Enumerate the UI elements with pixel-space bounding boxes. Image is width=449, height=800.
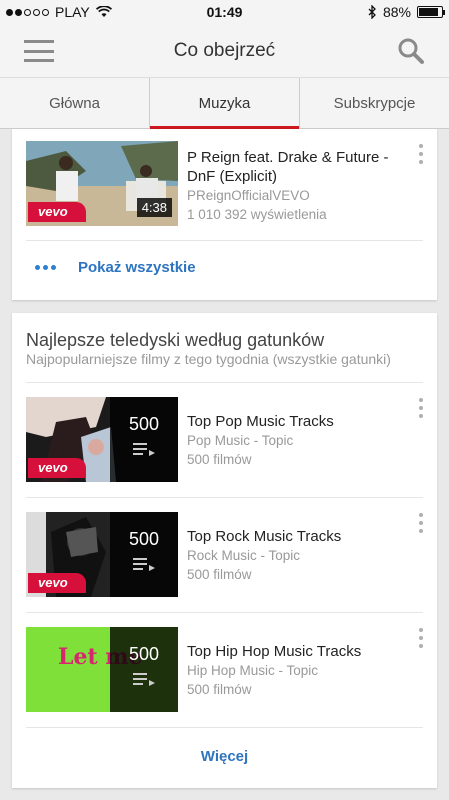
tab-glowna[interactable]: Główna: [0, 78, 149, 128]
playlist-video-count: 500 filmów: [187, 682, 252, 697]
bluetooth-icon: [368, 5, 376, 19]
video-row[interactable]: vevo 4:38 P Reign feat. Drake & Future -…: [12, 129, 437, 244]
battery-percent: 88%: [382, 4, 411, 20]
search-icon[interactable]: [397, 37, 425, 65]
video-thumbnail[interactable]: vevo 4:38: [26, 141, 178, 226]
playlist-channel: Hip Hop Music - Topic: [187, 663, 319, 678]
playlist-icon: [133, 673, 155, 686]
playlist-thumbnail[interactable]: Let me 500: [26, 627, 178, 712]
vevo-badge: vevo: [28, 202, 86, 222]
divider: [26, 727, 423, 728]
playlist-meta: Top Rock Music Tracks Rock Music - Topic…: [187, 527, 409, 584]
playlist-title: Top Hip Hop Music Tracks: [187, 643, 362, 660]
playlist-thumbnail[interactable]: vevo 500: [26, 512, 178, 597]
tab-bar: Główna Muzyka Subskrypcje: [0, 78, 449, 129]
tab-muzyka[interactable]: Muzyka: [149, 78, 299, 129]
playlist-title: Top Pop Music Tracks: [187, 413, 334, 430]
show-all-label: Pokaż wszystkie: [78, 259, 196, 276]
video-meta: P Reign feat. Drake & Future - DnF (Expl…: [187, 148, 409, 224]
section-subtitle: Najpopularniejsze filmy z tego tygodnia …: [26, 351, 391, 367]
section-title: Najlepsze teledyski według gatunków: [26, 330, 325, 350]
playlist-row[interactable]: vevo 500 Top Pop Music Tracks Pop Music …: [12, 383, 437, 498]
playlist-row[interactable]: vevo 500 Top Rock Music Tracks Rock Musi…: [12, 498, 437, 613]
tab-label: Subskrypcje: [333, 94, 416, 112]
app-bar: Co obejrzeć: [0, 24, 449, 78]
video-card: vevo 4:38 P Reign feat. Drake & Future -…: [12, 129, 437, 300]
playlist-count-overlay: 500: [110, 512, 178, 597]
playlist-thumbnail[interactable]: vevo 500: [26, 397, 178, 482]
more-dots-icon: [35, 265, 56, 270]
video-channel: PReignOfficialVEVO: [187, 188, 310, 203]
genres-card: Najlepsze teledyski według gatunków Najp…: [12, 313, 437, 788]
playlist-count: 500: [128, 529, 160, 549]
video-title: P Reign feat. Drake & Future - DnF (Expl…: [187, 149, 389, 185]
more-options-icon[interactable]: [419, 513, 423, 533]
playlist-title: Top Rock Music Tracks: [187, 528, 342, 545]
vevo-badge: vevo: [28, 573, 86, 593]
playlist-count-overlay: 500: [110, 397, 178, 482]
playlist-count: 500: [128, 644, 160, 664]
playlist-row[interactable]: Let me 500 Top Hip Hop Music Tracks Hip …: [12, 613, 437, 728]
playlist-video-count: 500 filmów: [187, 452, 252, 467]
video-duration: 4:38: [136, 198, 172, 217]
more-options-icon[interactable]: [419, 398, 423, 418]
playlist-channel: Rock Music - Topic: [187, 548, 301, 563]
status-bar: PLAY 01:49 88%: [0, 0, 449, 24]
divider: [26, 240, 423, 241]
battery-icon: [417, 6, 445, 18]
tab-label: Główna: [49, 94, 100, 112]
playlist-count-overlay: 500: [110, 627, 178, 712]
more-button[interactable]: Więcej: [12, 748, 437, 765]
playlist-count: 500: [128, 414, 160, 434]
playlist-video-count: 500 filmów: [187, 567, 252, 582]
more-options-icon[interactable]: [419, 144, 423, 164]
page-title: Co obejrzeć: [173, 40, 276, 61]
playlist-meta: Top Hip Hop Music Tracks Hip Hop Music -…: [187, 642, 409, 699]
playlist-icon: [133, 443, 155, 456]
playlist-meta: Top Pop Music Tracks Pop Music - Topic 5…: [187, 412, 409, 469]
more-options-icon[interactable]: [419, 628, 423, 648]
tab-label: Muzyka: [198, 94, 251, 112]
video-views: 1 010 392 wyświetlenia: [187, 207, 327, 222]
tab-subskrypcje[interactable]: Subskrypcje: [299, 78, 449, 128]
show-all-button[interactable]: Pokaż wszystkie: [35, 259, 196, 276]
playlist-icon: [133, 558, 155, 571]
playlist-channel: Pop Music - Topic: [187, 433, 294, 448]
vevo-badge: vevo: [28, 458, 86, 478]
